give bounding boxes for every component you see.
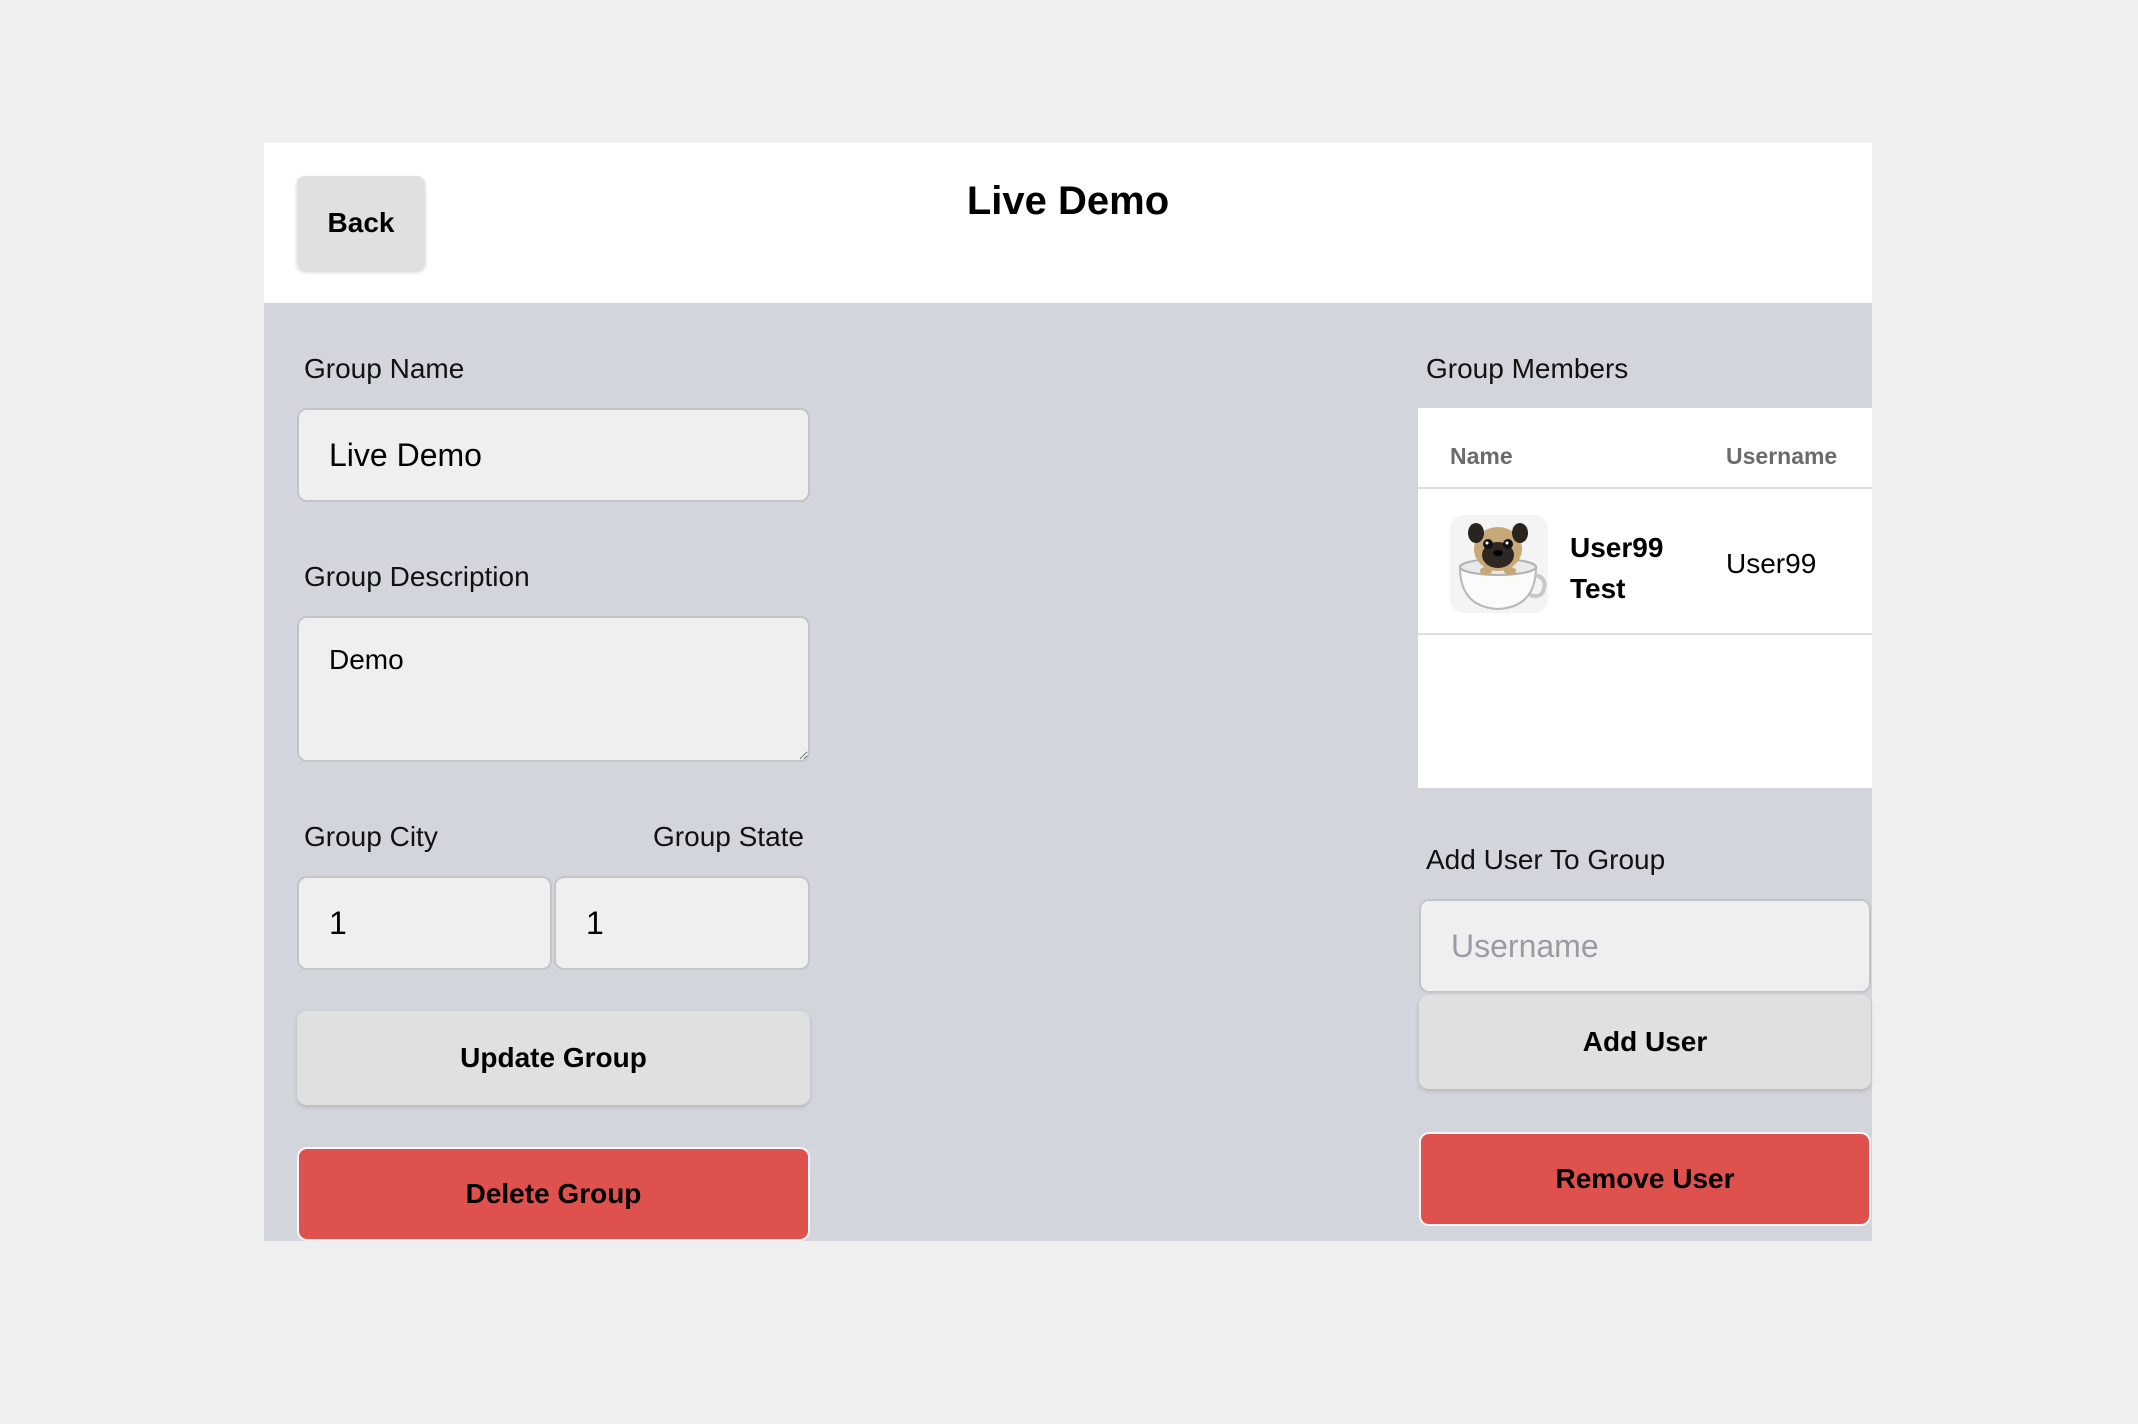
avatar	[1450, 515, 1548, 613]
add-user-button[interactable]: Add User	[1419, 995, 1871, 1089]
group-state-input[interactable]	[554, 876, 810, 970]
delete-group-button[interactable]: Delete Group	[297, 1147, 810, 1241]
members-table: Name Username User99 Test User99	[1418, 408, 1872, 788]
group-city-label: Group City	[304, 821, 438, 852]
add-user-label: Add User To Group	[1426, 844, 1666, 875]
username-input[interactable]	[1419, 899, 1871, 993]
group-state-label: Group State	[653, 821, 804, 852]
member-first-name: User99	[1570, 532, 1664, 563]
group-city-input[interactable]	[297, 876, 552, 970]
group-name-label: Group Name	[304, 353, 465, 384]
remove-user-button[interactable]: Remove User	[1419, 1132, 1871, 1226]
group-edit-panel: Back Live Demo Group Name Group Descript…	[264, 143, 1872, 1241]
pug-avatar-image	[1450, 515, 1548, 613]
update-group-button[interactable]: Update Group	[297, 1011, 810, 1105]
group-description-label: Group Description	[304, 561, 530, 592]
group-description-textarea[interactable]: Demo	[297, 616, 810, 762]
column-header-username: Username	[1726, 443, 1838, 469]
column-header-name: Name	[1450, 443, 1513, 469]
group-name-input[interactable]	[297, 408, 810, 502]
group-members-title: Group Members	[1426, 353, 1629, 384]
header-bar: Back Live Demo	[264, 143, 1872, 303]
header-divider	[1418, 487, 1872, 489]
row-divider	[1418, 633, 1872, 635]
member-username: User99	[1726, 548, 1817, 579]
member-last-name: Test	[1570, 573, 1626, 604]
page-title: Live Demo	[966, 179, 1170, 223]
member-name: User99 Test	[1570, 527, 1663, 609]
